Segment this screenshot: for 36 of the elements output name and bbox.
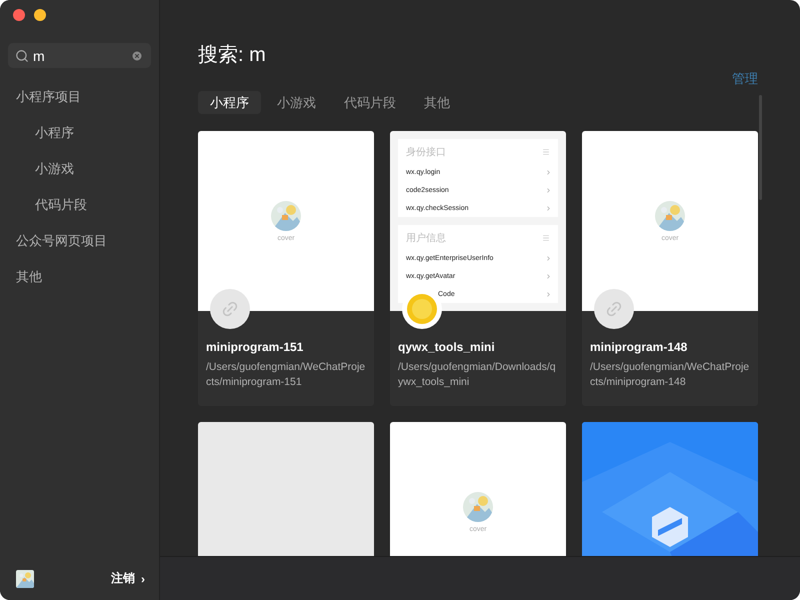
chevron-icon: [545, 204, 552, 212]
nav-item[interactable]: 代码片段: [0, 187, 159, 223]
chevron-icon: [545, 254, 552, 262]
logout-link[interactable]: 注销 ›: [111, 570, 145, 587]
scrollbar[interactable]: [759, 95, 762, 200]
project-path: /Users/guofengmian/Downloads/qywx_tools_mini: [398, 360, 557, 390]
project-name: miniprogram-148: [590, 340, 688, 354]
nav-item[interactable]: 小程序项目: [0, 79, 159, 115]
project-name: qywx_tools_mini: [398, 340, 496, 354]
nav-item[interactable]: 公众号网页项目: [0, 223, 159, 259]
chevron-icon: [545, 168, 552, 176]
menu-icon: [542, 148, 550, 156]
tab[interactable]: 代码片段: [332, 91, 408, 114]
tab[interactable]: 其他: [412, 91, 462, 114]
chevron-icon: [545, 290, 552, 298]
project-name: miniprogram-151: [206, 340, 304, 354]
nav-item[interactable]: 小程序: [0, 115, 159, 151]
manage-link[interactable]: 管理: [732, 70, 758, 88]
tab[interactable]: 小程序: [198, 91, 261, 114]
search-field[interactable]: m: [8, 43, 151, 68]
menu-icon: [542, 234, 550, 242]
chevron-icon: [545, 272, 552, 280]
section-heading: 身份接口: [406, 146, 446, 159]
link-avatar: [594, 289, 634, 329]
chevron-icon: [545, 186, 552, 194]
tab[interactable]: 小游戏: [265, 91, 328, 114]
project-path: /Users/guofengmian/WeChatProjects/miniprogram-151: [206, 360, 366, 390]
close-button[interactable]: [13, 9, 25, 21]
link-avatar: [210, 289, 250, 329]
project-path: /Users/guofengmian/WeChatProjects/miniprogram-148: [590, 360, 750, 390]
nav-item[interactable]: 其他: [0, 259, 159, 295]
section-heading: 用户信息: [406, 232, 446, 245]
minimize-button[interactable]: [34, 9, 46, 21]
page-title: 搜索: m: [198, 43, 267, 68]
nav-item[interactable]: 小游戏: [0, 151, 159, 187]
search-icon: [15, 49, 29, 63]
